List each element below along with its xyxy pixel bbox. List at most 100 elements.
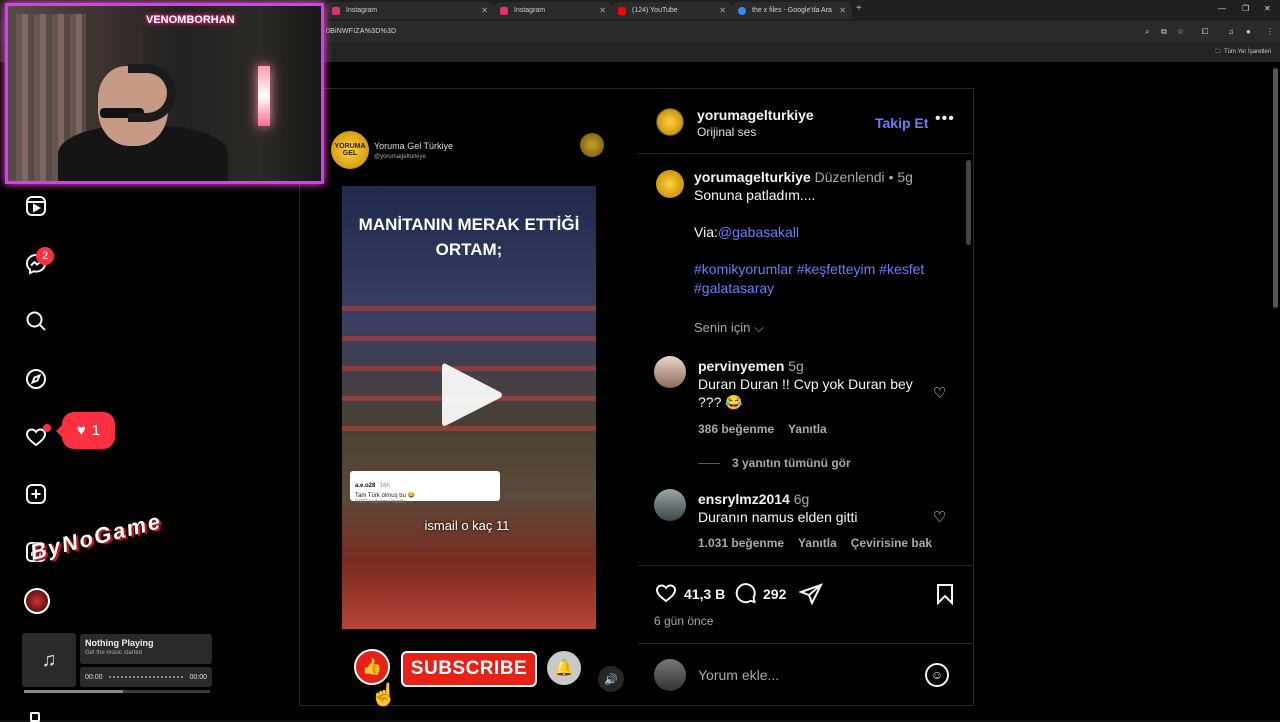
comment-text-line2: ??? 😂 bbox=[698, 394, 743, 410]
caption-avatar[interactable] bbox=[656, 170, 684, 198]
video-subtitle: ismail o kaç 11 bbox=[424, 518, 510, 533]
comment-icon[interactable] bbox=[733, 581, 757, 605]
subscribe-graphic: SUBSCRIBE bbox=[401, 651, 537, 687]
instagram-icon bbox=[332, 6, 340, 15]
create-icon[interactable] bbox=[23, 481, 49, 507]
webcam-lamp bbox=[258, 66, 270, 126]
caption-username[interactable]: yorumagelturkiye bbox=[694, 169, 811, 185]
comment-card-text: Tam Türk olmuş bu 😂 bbox=[355, 493, 416, 499]
header-divider bbox=[638, 153, 973, 154]
tab-close-icon[interactable]: ✕ bbox=[599, 6, 606, 15]
streamer-neon-name: VENOMBORHAN bbox=[146, 14, 235, 26]
comment-header: pervinyemen 5g bbox=[698, 357, 804, 375]
music-time-end: 00:00 bbox=[189, 673, 207, 681]
media-icon[interactable]: ♫ bbox=[1228, 27, 1234, 36]
caption-line1: Sonuna patladım.... bbox=[694, 187, 816, 203]
author-avatar[interactable] bbox=[656, 108, 684, 136]
comment-input[interactable]: Yorum ekle... bbox=[698, 667, 779, 683]
follow-button[interactable]: Takip Et bbox=[875, 115, 928, 131]
video-caption: MANİTANIN MERAK ETTİĞİ ORTAM; bbox=[358, 215, 580, 259]
star-icon[interactable]: ☆ bbox=[1177, 27, 1184, 36]
minimize-button[interactable]: — bbox=[1218, 4, 1226, 13]
comments-scrollbar[interactable] bbox=[966, 160, 971, 245]
yoruma-gel-logo-icon: YORUMA GEL bbox=[331, 131, 369, 169]
webcam-overlay bbox=[5, 3, 324, 184]
instagram-icon bbox=[500, 6, 508, 15]
youtube-icon bbox=[618, 6, 626, 15]
comment-like-icon[interactable]: ♡ bbox=[933, 384, 946, 402]
tab-close-icon[interactable]: ✕ bbox=[839, 6, 846, 15]
browser-tab[interactable]: (124) YouTube ✕ bbox=[612, 2, 732, 19]
comment-avatar[interactable] bbox=[654, 489, 686, 521]
page-scrollbar[interactable] bbox=[1273, 68, 1278, 308]
audio-label[interactable]: Orijinal ses bbox=[697, 125, 756, 139]
like-icon[interactable] bbox=[653, 581, 679, 605]
profile-avatar-icon[interactable]: ● bbox=[1246, 27, 1251, 36]
comment-username[interactable]: pervinyemen bbox=[698, 358, 784, 374]
comment-reply[interactable]: Yanıtla bbox=[788, 422, 827, 436]
close-window-button[interactable]: ✕ bbox=[1264, 4, 1271, 13]
comment-count: 292 bbox=[763, 586, 787, 602]
thumbs-up-icon: 👍 bbox=[354, 649, 390, 685]
browser-tab[interactable]: Instagram ✕ bbox=[494, 2, 612, 19]
music-subtitle: Get the music started bbox=[85, 650, 143, 656]
extensions-icon[interactable]: ⧠ bbox=[1202, 27, 1208, 37]
explore-icon[interactable] bbox=[23, 366, 49, 392]
notification-count: 1 bbox=[91, 422, 101, 439]
reels-icon[interactable] bbox=[23, 193, 49, 219]
cursor-hand-icon: ☝ bbox=[370, 682, 398, 707]
headphones-icon bbox=[128, 64, 176, 122]
comment-text-line1: Duran Duran !! Cvp yok Duran bey bbox=[698, 376, 913, 392]
caption-edited: Düzenlendi bbox=[814, 169, 885, 185]
music-timeline-dots bbox=[108, 676, 184, 678]
music-time-start: 00:00 bbox=[85, 673, 103, 681]
view-replies[interactable]: 3 yanıtın tümünü gör bbox=[732, 456, 851, 470]
bell-icon: 🔔 bbox=[547, 651, 581, 685]
author-username[interactable]: yorumagelturkiye bbox=[697, 107, 814, 123]
browser-tab[interactable]: the x files - Google'da Ara ✕ bbox=[732, 2, 852, 19]
more-icon[interactable] bbox=[30, 712, 40, 722]
comment-translate[interactable]: Çevirisine bak bbox=[851, 536, 932, 550]
music-info: Nothing Playing Get the music started bbox=[80, 634, 212, 664]
for-you-toggle[interactable]: Senin için ⌵ bbox=[694, 319, 764, 337]
emoji-icon[interactable]: ☺ bbox=[925, 663, 949, 687]
tab-close-icon[interactable]: ✕ bbox=[719, 6, 726, 15]
url-field[interactable]: 0BiNWFIZA%3D%3D bbox=[326, 28, 396, 35]
brand-badge-icon bbox=[580, 133, 604, 157]
new-tab-button[interactable]: + bbox=[856, 3, 862, 14]
comment-likes[interactable]: 386 beğenme bbox=[698, 422, 774, 436]
bynogame-logo-icon bbox=[24, 588, 50, 614]
maximize-button[interactable]: ❐ bbox=[1242, 4, 1249, 13]
comment-age: 6g bbox=[793, 491, 810, 507]
all-bookmarks-button[interactable]: 🗀 Tüm Yer İşaretleri bbox=[1215, 47, 1271, 57]
caption-hashtags-1[interactable]: #komikyorumlar #keşfetteyim #kesfet bbox=[694, 260, 924, 278]
menu-icon[interactable]: ⋮ bbox=[1266, 27, 1274, 36]
comment-avatar[interactable] bbox=[654, 356, 686, 388]
more-options-icon[interactable]: ••• bbox=[935, 110, 955, 128]
caption-hashtags-2[interactable]: #galatasaray bbox=[694, 279, 774, 297]
caption-via: Via:@gabasakall bbox=[694, 223, 799, 241]
volume-button[interactable]: 🔊 bbox=[598, 666, 624, 692]
search-icon[interactable] bbox=[23, 308, 49, 334]
comment-reply[interactable]: Yanıtla bbox=[798, 536, 837, 550]
cast-icon[interactable]: ⧉ bbox=[1161, 27, 1167, 37]
replies-line bbox=[698, 463, 720, 464]
caption-header: yorumagelturkiye Düzenlendi • 5g bbox=[694, 168, 964, 186]
like-count[interactable]: 41,3 B bbox=[684, 586, 725, 602]
comment-username[interactable]: ensrylmz2014 bbox=[698, 491, 790, 507]
caption-via-user[interactable]: @gabasakall bbox=[718, 224, 799, 240]
notification-popup[interactable]: ♥ 1 bbox=[56, 412, 115, 449]
tab-close-icon[interactable]: ✕ bbox=[481, 6, 488, 15]
comment-likes[interactable]: 1.031 beğenme bbox=[698, 536, 784, 550]
browser-tab[interactable]: Instagram ✕ bbox=[326, 2, 494, 19]
play-icon[interactable] bbox=[440, 360, 504, 430]
folder-icon: 🗀 bbox=[1215, 49, 1222, 55]
comment-card-time: 16h bbox=[379, 483, 390, 489]
bookmark-icon[interactable] bbox=[933, 582, 957, 606]
comment-like-icon[interactable]: ♡ bbox=[933, 508, 946, 526]
chevron-down-icon: ⌵ bbox=[754, 320, 764, 335]
zoom-icon[interactable]: ⌕ bbox=[1145, 27, 1149, 37]
music-title: Nothing Playing bbox=[85, 638, 154, 648]
for-you-label: Senin için bbox=[694, 320, 751, 335]
share-icon[interactable] bbox=[799, 582, 823, 606]
